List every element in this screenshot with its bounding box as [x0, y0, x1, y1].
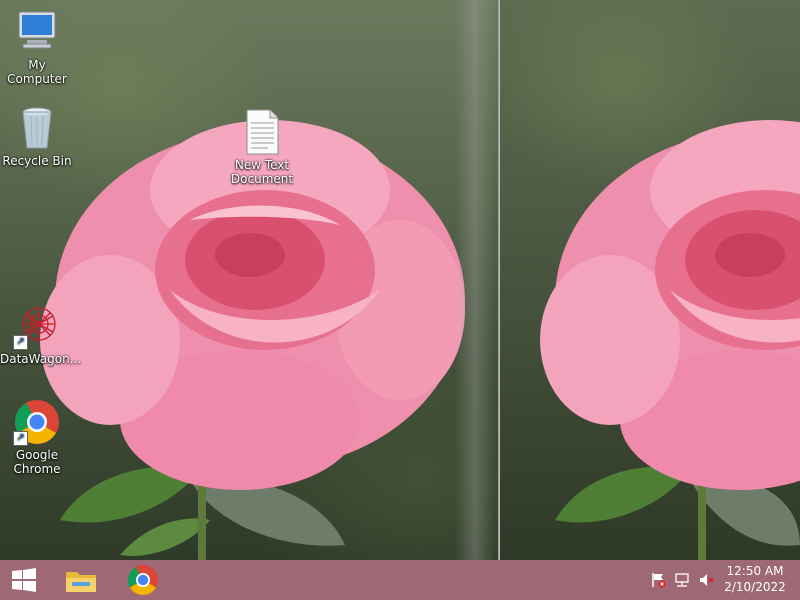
icon-label: Document: [230, 172, 294, 186]
wallpaper-shade: [455, 0, 495, 560]
shortcut-arrow-icon: ↗: [13, 431, 28, 446]
taskbar-file-explorer[interactable]: [57, 560, 105, 600]
network-icon[interactable]: [674, 572, 690, 588]
shortcut-arrow-icon: ↗: [13, 335, 28, 350]
recycle-bin-icon: [13, 104, 61, 152]
wallpaper-left-panel: [0, 0, 500, 560]
desktop-icon-recycle-bin[interactable]: Recycle Bin: [0, 104, 74, 168]
datawagon-icon: ↗: [13, 302, 61, 350]
icon-label: DataWagon...: [0, 352, 82, 366]
desktop-wallpaper: [0, 0, 800, 560]
icon-label: New Text: [234, 158, 290, 172]
icon-label: Chrome: [13, 462, 61, 476]
icon-label: My: [28, 58, 46, 72]
desktop-icon-my-computer[interactable]: My Computer: [0, 8, 74, 86]
volume-muted-icon[interactable]: [698, 572, 714, 588]
system-clock[interactable]: 12:50 AM 2/10/2022: [720, 563, 790, 595]
clock-date: 2/10/2022: [724, 580, 786, 594]
windows-start-icon: [12, 568, 36, 592]
chrome-icon: ↗: [13, 398, 61, 446]
action-center-flag-icon[interactable]: [650, 572, 666, 588]
taskbar: 12:50 AM 2/10/2022: [0, 560, 800, 600]
computer-icon: [13, 8, 61, 56]
taskbar-chrome[interactable]: [119, 560, 167, 600]
start-button[interactable]: [0, 560, 48, 600]
rose-image-right: [540, 120, 800, 560]
file-explorer-icon: [66, 572, 96, 592]
text-document-icon: [238, 108, 286, 156]
clock-time: 12:50 AM: [726, 564, 784, 578]
desktop-icon-google-chrome[interactable]: ↗ Google Chrome: [0, 398, 74, 476]
icon-label: Computer: [7, 72, 67, 86]
icon-label: Google: [15, 448, 59, 462]
icon-label: Recycle Bin: [2, 154, 72, 168]
desktop-icon-new-text-document[interactable]: New Text Document: [225, 108, 299, 186]
wallpaper-right-panel: [500, 0, 800, 560]
desktop-icon-datawagon[interactable]: ↗ DataWagon...: [0, 302, 82, 366]
rose-image-left: [40, 120, 465, 560]
chrome-icon: [127, 565, 158, 596]
